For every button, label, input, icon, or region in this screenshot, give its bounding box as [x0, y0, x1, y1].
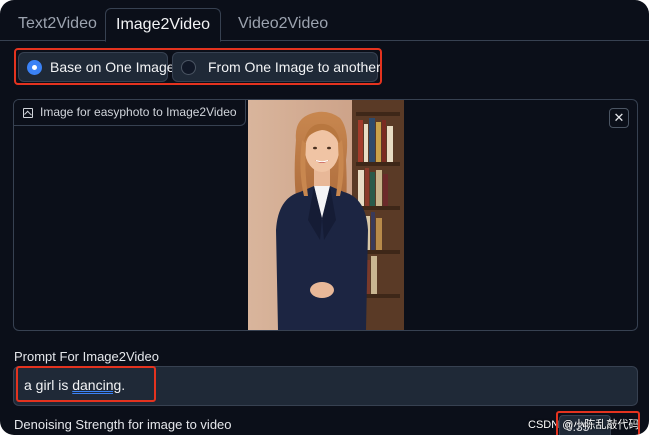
app-window: Text2Video Image2Video Video2Video Base …	[0, 0, 649, 435]
image-input-label-text: Image for easyphoto to Image2Video	[40, 105, 237, 119]
image-input-label: Image for easyphoto to Image2Video	[14, 100, 246, 126]
close-icon[interactable]: ✕	[609, 108, 629, 128]
denoising-strength-label: Denoising Strength for image to video	[14, 417, 232, 432]
image-icon	[23, 108, 33, 118]
prompt-label: Prompt For Image2Video	[14, 349, 159, 364]
highlight-box-prompt	[16, 366, 156, 402]
tab-video2video[interactable]: Video2Video	[226, 8, 340, 41]
tab-bar: Text2Video Image2Video Video2Video	[0, 0, 649, 42]
highlight-box-denoising	[556, 411, 640, 435]
tab-image2video[interactable]: Image2Video	[105, 8, 221, 42]
image-upload-panel[interactable]: Image for easyphoto to Image2Video ✕	[13, 99, 638, 331]
highlight-box-mode	[14, 48, 382, 85]
uploaded-image	[248, 100, 404, 330]
tab-text2video[interactable]: Text2Video	[6, 8, 109, 41]
